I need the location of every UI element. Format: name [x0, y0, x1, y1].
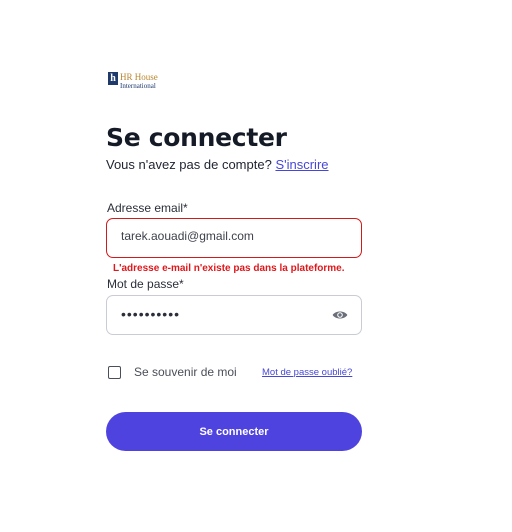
password-field-container[interactable]	[106, 295, 362, 335]
password-label: Mot de passe*	[107, 277, 184, 291]
signup-prompt: Vous n'avez pas de compte?	[106, 157, 272, 172]
logo-line-1: HR House	[120, 72, 158, 82]
remember-me-checkbox[interactable]	[108, 365, 121, 379]
remember-me-label[interactable]: Se souvenir de moi	[134, 365, 237, 379]
company-logo: h HR House International	[108, 72, 158, 90]
password-field[interactable]	[121, 306, 321, 322]
signup-prompt-row: Vous n'avez pas de compte? S'inscrire	[106, 157, 329, 172]
logo-text: HR House International	[120, 72, 158, 90]
email-field[interactable]	[121, 229, 321, 243]
remember-me[interactable]: Se souvenir de moi	[108, 365, 237, 379]
login-button[interactable]: Se connecter	[106, 412, 362, 451]
page-title: Se connecter	[106, 123, 287, 152]
email-error-message: L'adresse e-mail n'existe pas dans la pl…	[113, 263, 345, 274]
signup-link[interactable]: S'inscrire	[275, 157, 328, 172]
forgot-password-link[interactable]: Mot de passe oublié?	[262, 367, 352, 378]
eye-icon[interactable]	[332, 308, 348, 322]
email-field-container[interactable]	[106, 218, 362, 258]
logo-mark: h	[108, 72, 118, 85]
logo-line-2: International	[120, 82, 156, 90]
email-label: Adresse email*	[107, 201, 188, 215]
